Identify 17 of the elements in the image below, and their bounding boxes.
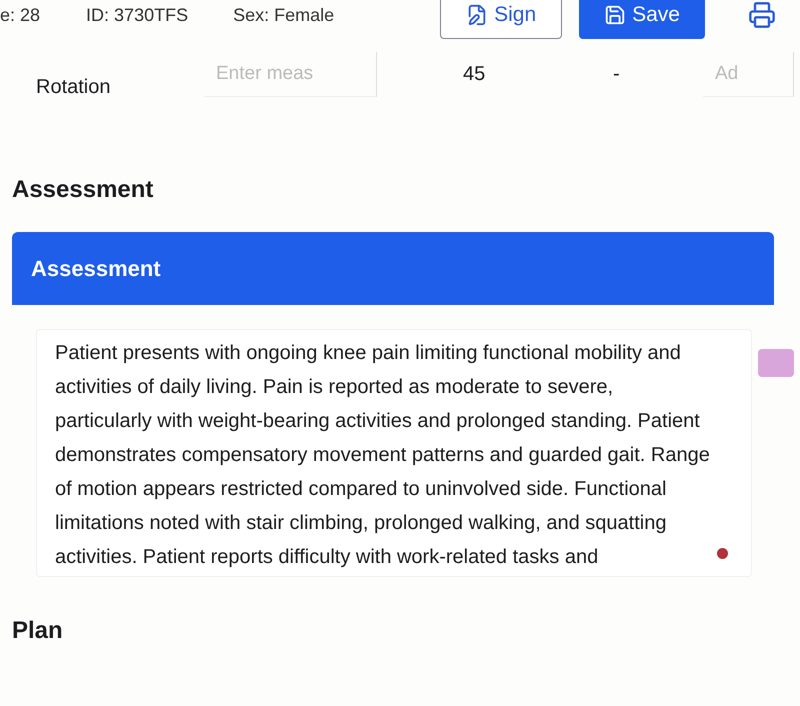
sign-button[interactable]: Sign	[440, 0, 562, 39]
table-cell-text: 45	[463, 62, 486, 86]
patient-info: ID: 3730TFS	[86, 4, 188, 26]
table-cell-text: -	[613, 62, 621, 86]
pen-file-icon	[466, 4, 488, 26]
notes-field[interactable]: Ad	[703, 52, 794, 96]
panel-header: Assessment	[12, 232, 774, 305]
patient-info: e: 28	[0, 4, 40, 26]
section-heading: Assessment	[12, 176, 154, 204]
patient-info: Sex: Female	[233, 4, 334, 26]
save-button[interactable]: Save	[579, 0, 705, 39]
assessment-text-field[interactable]: Patient presents with ongoing knee pain limiting functional mobility and activities of daily living. Pain is reported as moderate to severe, particularly with weight-bearing activities and prolonged standing. Patient demonstrates compensatory movement patterns and guarded gait. Range of motion appears restricted compared to uninvolved side. Functional limitations noted with stair climbing, prolonged walking, and squatting activities. Patient reports difficulty with work-related tasks and	[36, 329, 752, 577]
measurement-field[interactable]: Enter meas	[204, 52, 377, 96]
print-icon[interactable]	[748, 1, 776, 29]
save-icon	[604, 4, 626, 26]
section-heading: Plan	[12, 617, 64, 645]
row-label: Rotation	[36, 74, 112, 98]
